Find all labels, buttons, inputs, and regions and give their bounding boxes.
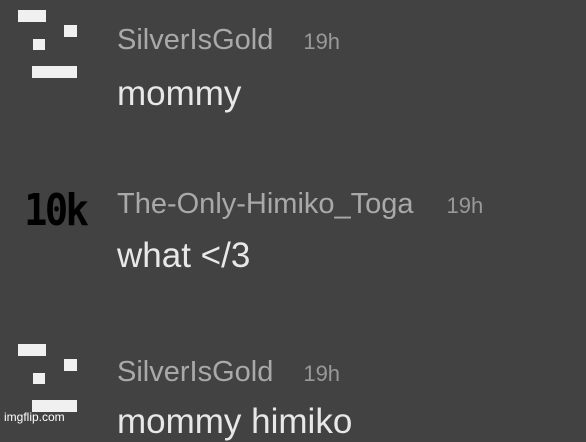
avatar-text: 10k (24, 184, 89, 236)
username-link[interactable]: The-Only-Himiko_Toga (117, 188, 414, 221)
username-link[interactable]: SilverIsGold (117, 356, 273, 389)
timestamp: 19h (303, 361, 341, 386)
username-link[interactable]: SilverIsGold (117, 24, 273, 57)
comment-item: 10k The-Only-Himiko_Toga 19h what </3 (0, 180, 586, 290)
comment-text: mommy (117, 74, 242, 113)
comment-item: SilverIsGold 19h mommy (0, 10, 586, 120)
pixel-blocks-avatar-icon[interactable] (18, 344, 82, 412)
avatar[interactable]: 10k (20, 182, 100, 238)
comment-text: mommy himiko (117, 402, 353, 441)
timestamp: 19h (303, 29, 341, 54)
comment-item: SilverIsGold 19h mommy himiko (0, 344, 586, 441)
comment-text: what </3 (117, 236, 251, 275)
timestamp: 19h (446, 193, 484, 218)
watermark: imgflip.com (4, 410, 65, 424)
pixel-blocks-avatar-icon[interactable] (18, 10, 82, 78)
